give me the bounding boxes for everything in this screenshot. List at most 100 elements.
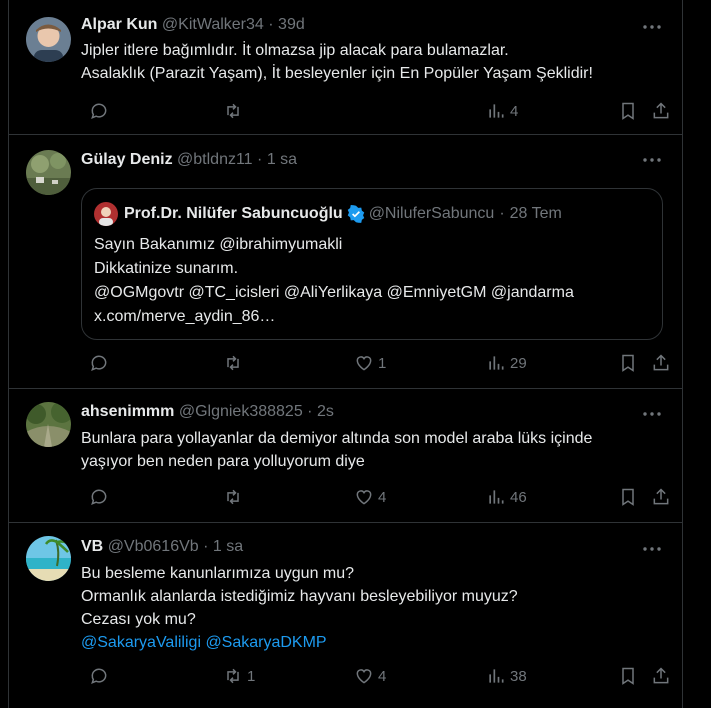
author-name[interactable]: VB — [81, 538, 103, 555]
quoted-tweet-text: Sayın Bakanımız @ibrahimyumakli Dikkatin… — [94, 233, 574, 329]
author-handle[interactable]: @btldnz11 — [177, 151, 253, 168]
mention-links[interactable]: @SakaryaValiligi @SakaryaDKMP — [81, 631, 518, 654]
avatar[interactable] — [26, 536, 71, 581]
timeline-column: Alpar Kun @KitWalker34 · 39d Jipler itle… — [8, 0, 683, 708]
like-count: 4 — [378, 667, 387, 685]
share-button[interactable] — [651, 351, 671, 375]
views-button[interactable]: 4 — [486, 99, 518, 123]
bookmark-icon — [622, 667, 634, 685]
more-icon[interactable] — [640, 402, 664, 426]
like-button[interactable]: 4 — [354, 664, 386, 688]
reply-button[interactable] — [89, 485, 113, 509]
avatar[interactable] — [26, 402, 71, 447]
separator-dot: · — [203, 538, 209, 555]
tweet-text-line: yaşıyor ben neden para yolluyorum diye — [81, 453, 365, 470]
author-name[interactable]: ahsenimmm — [81, 403, 174, 420]
like-icon — [356, 490, 372, 505]
share-icon — [653, 102, 669, 119]
author-name[interactable]: Gülay Deniz — [81, 151, 173, 168]
views-button[interactable]: 46 — [486, 485, 527, 509]
tweet-actions: 4 — [81, 99, 671, 123]
tweet-card[interactable]: Alpar Kun @KitWalker34 · 39d Jipler itle… — [9, 0, 682, 135]
reply-button[interactable] — [89, 664, 113, 688]
quoted-text-line: Sayın Bakanımız @ibrahimyumakli — [94, 236, 343, 253]
views-icon — [489, 104, 504, 118]
reply-button[interactable] — [89, 351, 113, 375]
author-name[interactable]: Alpar Kun — [81, 16, 157, 33]
avatar[interactable] — [26, 150, 71, 195]
tweet-text-line: Bunlara para yollayanlar da demiyor altı… — [81, 430, 593, 447]
views-button[interactable]: 38 — [486, 664, 527, 688]
share-button[interactable] — [651, 664, 671, 688]
reply-button[interactable] — [89, 99, 113, 123]
author-handle[interactable]: @Glgniek388825 — [179, 403, 303, 420]
tweet-card[interactable]: Gülay Deniz @btldnz11 · 1 sa Prof.Dr. Ni… — [9, 134, 682, 389]
tweet-text-line: Asalaklık (Parazit Yaşam), İt besleyenle… — [81, 65, 593, 82]
tweet-text: Bunlara para yollayanlar da demiyor altı… — [81, 427, 592, 473]
retweet-icon — [227, 103, 239, 119]
retweet-button[interactable]: 1 — [223, 664, 255, 688]
views-button[interactable]: 29 — [486, 351, 527, 375]
share-icon — [653, 488, 669, 505]
author-handle[interactable]: @Vb0616Vb — [108, 538, 199, 555]
bookmark-button[interactable] — [618, 664, 638, 688]
tweet-card[interactable]: VB @Vb0616Vb · 1 sa Bu besleme kanunları… — [9, 522, 682, 708]
like-button[interactable]: 1 — [354, 351, 386, 375]
tweet-time[interactable]: 2s — [317, 403, 334, 420]
like-icon — [356, 669, 372, 684]
share-button[interactable] — [651, 99, 671, 123]
share-button[interactable] — [651, 485, 671, 509]
like-icon — [356, 356, 372, 371]
retweet-button[interactable] — [223, 351, 247, 375]
retweet-count: 1 — [247, 667, 256, 685]
tweet-header: VB @Vb0616Vb · 1 sa — [81, 538, 243, 558]
tweet-actions: 4 46 — [81, 485, 671, 509]
views-count: 4 — [510, 102, 519, 120]
tweet-text-line: Cezası yok mu? — [81, 611, 196, 628]
bookmark-button[interactable] — [618, 351, 638, 375]
more-icon[interactable] — [640, 148, 664, 172]
tweet-text: Jipler itlere bağımlıdır. İt olmazsa jip… — [81, 39, 593, 85]
quoted-author-handle[interactable]: @NiluferSabuncu — [369, 205, 495, 223]
like-button[interactable]: 4 — [354, 485, 386, 509]
reply-icon — [91, 668, 107, 684]
retweet-icon — [227, 355, 239, 371]
bookmark-icon — [622, 354, 634, 372]
tweet-text: Bu besleme kanunlarımıza uygun mu? Orman… — [81, 562, 518, 654]
tweet-text-line: Ormanlık alanlarda istediğimiz hayvanı b… — [81, 588, 518, 605]
more-icon[interactable] — [640, 537, 664, 561]
views-count: 29 — [510, 354, 527, 372]
quoted-avatar[interactable] — [94, 202, 118, 226]
tweet-header: Alpar Kun @KitWalker34 · 39d — [81, 16, 305, 36]
views-icon — [489, 356, 504, 370]
author-handle[interactable]: @KitWalker34 — [162, 16, 264, 33]
bookmark-button[interactable] — [618, 485, 638, 509]
like-count: 4 — [378, 488, 387, 506]
quoted-author-name[interactable]: Prof.Dr. Nilüfer Sabuncuoğlu — [124, 205, 343, 223]
verified-badge-icon — [347, 205, 364, 223]
views-icon — [489, 490, 504, 504]
separator-dot: · — [307, 403, 313, 420]
tweet-actions: 1 4 38 — [81, 664, 671, 688]
reply-icon — [91, 355, 107, 371]
tweet-time[interactable]: 1 sa — [213, 538, 243, 555]
tweet-card[interactable]: ahsenimmm @Glgniek388825 · 2s Bunlara pa… — [9, 388, 682, 523]
more-icon[interactable] — [640, 15, 664, 39]
quoted-text-line: @OGMgovtr @TC_icisleri @AliYerlikaya @Em… — [94, 284, 574, 301]
quoted-text-line: x.com/merve_aydin_86… — [94, 308, 276, 325]
tweet-text-line: Bu besleme kanunlarımıza uygun mu? — [81, 565, 355, 582]
reply-icon — [91, 103, 107, 119]
separator-dot: · — [257, 151, 263, 168]
scrollbar[interactable] — [697, 0, 711, 708]
retweet-button[interactable] — [223, 99, 247, 123]
share-icon — [653, 667, 669, 684]
retweet-button[interactable] — [223, 485, 247, 509]
quoted-tweet[interactable]: Prof.Dr. Nilüfer Sabuncuoğlu @NiluferSab… — [81, 188, 663, 340]
quoted-tweet-time[interactable]: 28 Tem — [510, 205, 562, 223]
views-count: 38 — [510, 667, 527, 685]
quoted-tweet-header: Prof.Dr. Nilüfer Sabuncuoğlu @NiluferSab… — [94, 202, 562, 226]
tweet-time[interactable]: 39d — [278, 16, 305, 33]
tweet-time[interactable]: 1 sa — [267, 151, 297, 168]
bookmark-button[interactable] — [618, 99, 638, 123]
avatar[interactable] — [26, 17, 71, 62]
